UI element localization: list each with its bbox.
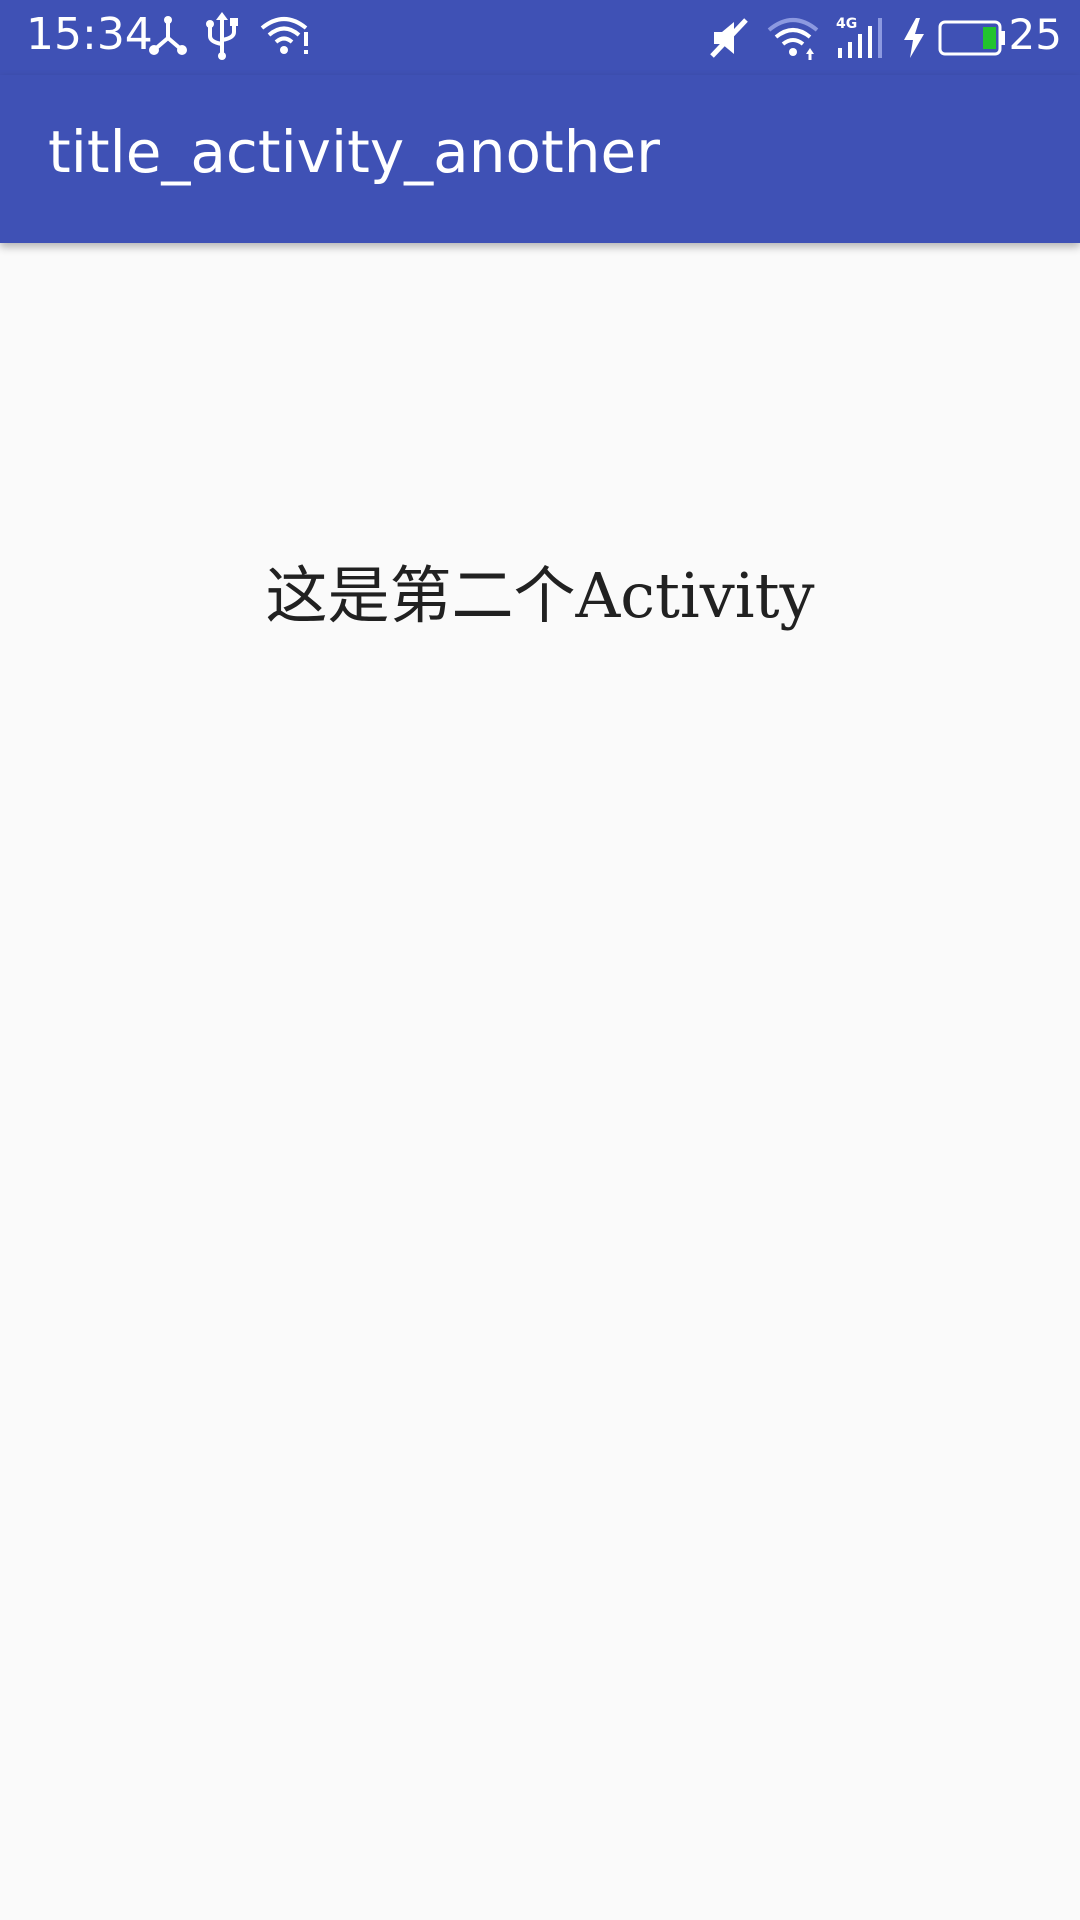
battery-icon — [938, 20, 1005, 56]
page-title: title_activity_another — [48, 118, 661, 186]
status-time: 15:34 — [26, 9, 153, 60]
share-icon — [149, 16, 187, 55]
status-bar: 15:34 4G 25 — [0, 0, 1080, 75]
charging-icon — [904, 18, 924, 58]
app-bar: title_activity_another — [0, 75, 1080, 243]
wifi-alert-icon — [260, 17, 308, 54]
main-content: 这是第二个Activity — [0, 243, 1080, 1920]
usb-icon — [206, 12, 238, 60]
battery-percentage: 25 — [1008, 10, 1062, 59]
activity-message: 这是第二个Activity — [265, 559, 815, 632]
wifi-icon — [767, 18, 819, 60]
network-type-label: 4G — [836, 16, 857, 32]
mute-icon — [710, 18, 748, 58]
cellular-signal-icon: 4G — [836, 16, 882, 58]
